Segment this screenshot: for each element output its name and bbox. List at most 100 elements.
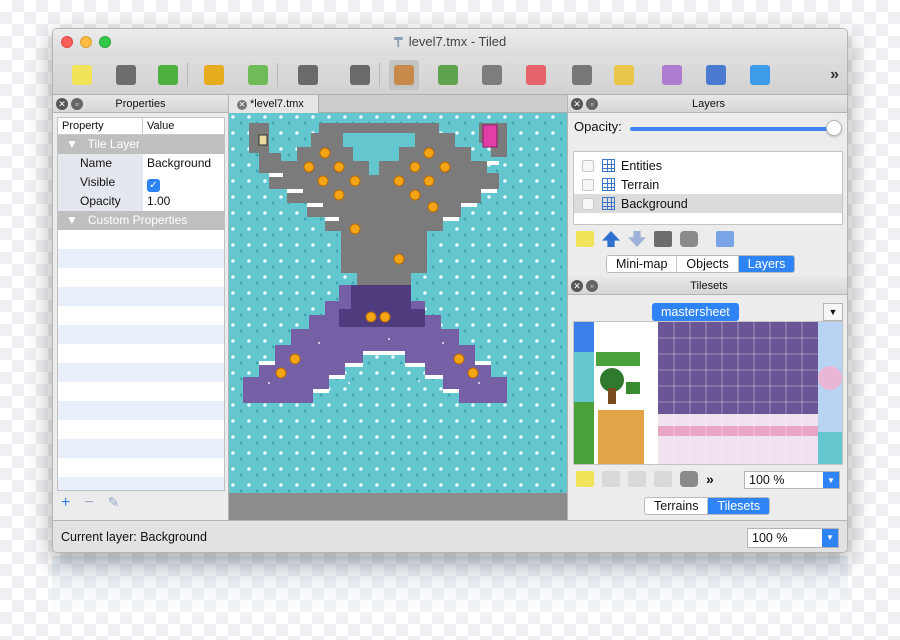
float-panel-icon[interactable]: ▫	[586, 98, 598, 110]
layers-header: ✕ ▫ Layers	[568, 95, 847, 113]
magic-wand-icon	[614, 65, 634, 85]
tileset-zoom-select[interactable]: 100 % ▼	[744, 471, 840, 489]
fill-button[interactable]	[477, 60, 507, 90]
stamp-icon	[394, 65, 414, 85]
layer-visibility-checkbox[interactable]	[582, 178, 594, 191]
tileset-dropdown-icon[interactable]: ▼	[823, 303, 843, 321]
raise-layer-icon[interactable]	[602, 231, 620, 247]
layer-visibility-checkbox[interactable]	[582, 197, 594, 210]
properties-title: Properties	[115, 98, 166, 110]
group-custom-properties[interactable]: ▼ Custom Properties	[58, 211, 224, 230]
tab-objects[interactable]: Objects	[677, 256, 739, 272]
open-button[interactable]	[111, 60, 141, 90]
tileset-grass-edge	[574, 402, 594, 464]
property-value[interactable]: Background	[143, 154, 211, 173]
chevron-down-icon[interactable]: ▼	[822, 529, 838, 547]
map-zoom-select[interactable]: 100 % ▼	[747, 528, 839, 548]
column-property[interactable]: Property	[58, 118, 143, 134]
tileset-tab-mastersheet[interactable]: mastersheet	[652, 303, 739, 321]
select-same-button[interactable]	[657, 60, 687, 90]
property-row-opacity[interactable]: Opacity 1.00	[58, 192, 224, 211]
layer-properties-icon[interactable]	[716, 231, 734, 247]
window-reflection	[52, 556, 848, 616]
toolbar-overflow-icon[interactable]: »	[830, 66, 839, 84]
property-key: Visible	[58, 173, 143, 192]
gears-icon	[298, 65, 318, 85]
save-button[interactable]	[153, 60, 183, 90]
tab-terrains[interactable]: Terrains	[645, 498, 709, 514]
select-objects-button[interactable]	[745, 60, 775, 90]
right-dock: ✕ ▫ Layers Opacity: Entities Terrain Bac…	[567, 95, 847, 520]
dice-icon	[350, 65, 370, 85]
new-tileset-icon[interactable]	[576, 471, 594, 487]
document-tab[interactable]: ✕ *level7.tmx	[229, 95, 319, 113]
document-icon	[393, 37, 403, 47]
rect-select-button[interactable]	[567, 60, 597, 90]
column-value[interactable]: Value	[143, 118, 178, 134]
layer-item-terrain[interactable]: Terrain	[574, 175, 842, 194]
import-tileset-icon[interactable]	[602, 471, 620, 487]
close-panel-icon[interactable]: ✕	[571, 280, 583, 292]
terrain-button[interactable]	[433, 60, 463, 90]
add-property-icon[interactable]: +	[61, 494, 70, 512]
layer-item-entities[interactable]: Entities	[574, 156, 842, 175]
map-tiles	[243, 123, 507, 403]
duplicate-layer-icon[interactable]	[654, 231, 672, 247]
group-tile-layer[interactable]: ▼ Tile Layer	[58, 135, 224, 154]
tileset-toolbar: »	[576, 471, 714, 487]
map-zoom-value: 100 %	[752, 531, 788, 545]
tileset-properties-icon[interactable]	[654, 471, 672, 487]
opacity-label: Opacity:	[574, 119, 622, 134]
random-button[interactable]	[345, 60, 375, 90]
visible-checkbox[interactable]: ✓	[147, 179, 160, 192]
lower-layer-icon[interactable]	[628, 231, 646, 247]
float-panel-icon[interactable]: ▫	[71, 98, 83, 110]
layer-toolbar	[576, 231, 734, 247]
tileset-dirt	[598, 410, 644, 464]
undo-button[interactable]	[199, 60, 229, 90]
exit-door	[482, 124, 498, 148]
opacity-slider-track[interactable]	[630, 127, 836, 131]
close-panel-icon[interactable]: ✕	[56, 98, 68, 110]
layer-list: Entities Terrain Background	[573, 151, 843, 225]
title-bar: level7.tmx - Tiled	[53, 29, 847, 55]
layer-item-background[interactable]: Background	[574, 194, 842, 213]
stamp-button[interactable]	[389, 60, 419, 90]
tileset-dock-tabs: Terrains Tilesets	[644, 497, 771, 515]
delete-layer-icon[interactable]	[680, 231, 698, 247]
property-row-visible[interactable]: Visible ✓	[58, 173, 224, 192]
command-button[interactable]	[293, 60, 323, 90]
edit-property-icon[interactable]: ✎	[108, 494, 120, 512]
tab-tilesets[interactable]: Tilesets	[708, 498, 770, 514]
undo-icon	[204, 65, 224, 85]
tileset-image	[574, 322, 842, 464]
remove-property-icon[interactable]: −	[84, 494, 93, 512]
new-layer-icon[interactable]	[576, 231, 594, 247]
map-canvas[interactable]	[229, 113, 567, 493]
tileset-view[interactable]	[573, 321, 843, 465]
property-key: Name	[58, 154, 143, 173]
layer-label: Entities	[621, 158, 662, 173]
remove-tileset-icon[interactable]	[680, 471, 698, 487]
chevron-down-icon[interactable]: ▼	[823, 472, 839, 488]
tileset-zoom-value: 100 %	[749, 473, 785, 487]
tab-minimap[interactable]: Mini-map	[607, 256, 678, 272]
magic-wand-button[interactable]	[609, 60, 639, 90]
redo-button[interactable]	[243, 60, 273, 90]
edit-polygon-button[interactable]	[701, 60, 731, 90]
new-map-button[interactable]	[67, 60, 97, 90]
group-custom-label: Custom Properties	[87, 213, 188, 227]
close-panel-icon[interactable]: ✕	[571, 98, 583, 110]
opacity-slider-knob[interactable]	[826, 120, 842, 136]
eraser-button[interactable]	[521, 60, 551, 90]
tab-layers[interactable]: Layers	[738, 256, 795, 272]
folder-icon	[116, 65, 136, 85]
export-tileset-icon[interactable]	[628, 471, 646, 487]
close-tab-icon[interactable]: ✕	[237, 100, 247, 110]
layer-visibility-checkbox[interactable]	[582, 159, 594, 172]
property-value[interactable]: 1.00	[143, 192, 170, 211]
float-panel-icon[interactable]: ▫	[586, 280, 598, 292]
tileset-overflow-icon[interactable]: »	[706, 471, 714, 487]
cave-left-ledge	[249, 123, 281, 173]
property-row-name[interactable]: Name Background	[58, 154, 224, 173]
